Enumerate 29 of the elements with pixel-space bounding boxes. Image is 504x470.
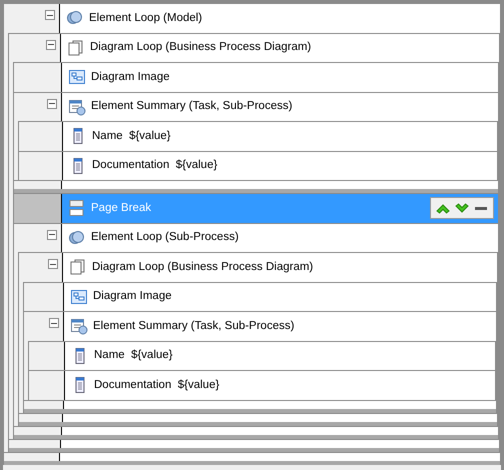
- table-icon: [68, 98, 86, 116]
- row-label: Name ${value}: [94, 348, 173, 364]
- document-icon: [69, 258, 87, 276]
- row-label: Page Break: [91, 200, 152, 216]
- row-label: Diagram Image: [93, 289, 172, 304]
- collapse-toggle[interactable]: [47, 230, 57, 240]
- row-label: Diagram Loop (Business Process Diagram): [92, 260, 314, 275]
- row-label: Name ${value}: [92, 128, 171, 144]
- row-label: Element Summary (Task, Sub-Process): [93, 318, 294, 334]
- row-label: Documentation ${value}: [92, 158, 218, 174]
- page-break-icon: [68, 199, 86, 218]
- row-label: Element Summary (Task, Sub-Process): [91, 99, 292, 114]
- collapse-toggle[interactable]: [47, 98, 57, 108]
- diagram-icon: [70, 288, 88, 306]
- row-label: Element Loop (Sub-Process): [91, 230, 239, 246]
- row-label: Documentation ${value}: [94, 378, 220, 393]
- row-label: Diagram Loop (Business Process Diagram): [90, 40, 312, 56]
- collapse-toggle[interactable]: [46, 40, 56, 50]
- diagram-icon: [68, 68, 86, 86]
- row-label: Element Loop (Model): [89, 10, 202, 26]
- collapse-toggle[interactable]: [49, 318, 59, 328]
- remove-button[interactable]: [473, 206, 489, 210]
- document-icon: [67, 38, 85, 57]
- table-icon: [70, 317, 88, 336]
- sphere-icon: [68, 228, 86, 247]
- minus-icon: [474, 206, 488, 210]
- collapse-toggle[interactable]: [45, 10, 55, 20]
- collapse-toggle[interactable]: [48, 259, 58, 269]
- row-label: Diagram Image: [91, 70, 170, 85]
